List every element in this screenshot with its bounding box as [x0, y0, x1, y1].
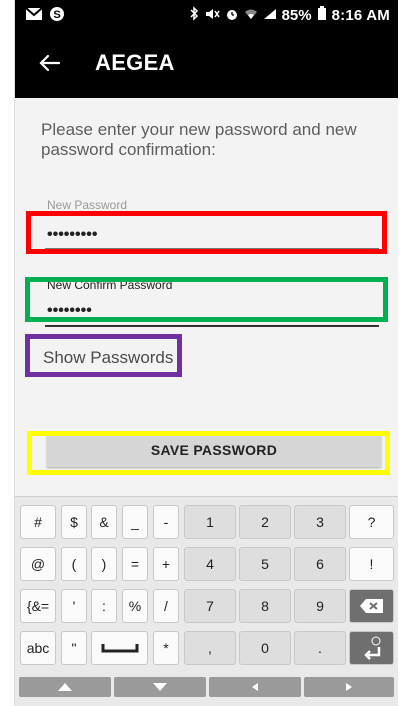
nav-right-key[interactable]: [304, 677, 394, 697]
key-paren-close[interactable]: ): [91, 547, 117, 581]
instructions-text: Please enter your new password and new p…: [41, 120, 357, 159]
backspace-key[interactable]: [349, 589, 394, 623]
new-password-label: New Password: [47, 198, 128, 212]
arrow-left-icon: [252, 683, 258, 691]
key-percent[interactable]: %: [122, 589, 148, 623]
backspace-icon: [359, 599, 383, 613]
arrow-down-icon: [153, 683, 167, 691]
key-at[interactable]: @: [20, 547, 56, 581]
key-underscore[interactable]: _: [122, 505, 148, 539]
battery-icon: [317, 6, 327, 24]
space-bar-icon: [101, 644, 138, 653]
space-key[interactable]: [91, 631, 148, 665]
phone-screen: S 85% 8:16 AM AEGEA Please enter your ne…: [14, 0, 398, 706]
back-button[interactable]: [33, 46, 67, 80]
key-3[interactable]: 3: [294, 505, 346, 539]
key-1[interactable]: 1: [184, 505, 236, 539]
key-4[interactable]: 4: [184, 547, 236, 581]
save-password-button[interactable]: SAVE PASSWORD: [47, 433, 381, 467]
key-minus[interactable]: -: [153, 505, 179, 539]
arrow-left-icon: [39, 54, 61, 72]
arrow-up-icon: [58, 683, 72, 691]
page-title: AEGEA: [95, 50, 175, 75]
gmail-icon: [25, 7, 43, 26]
show-passwords-toggle[interactable]: Show Passwords: [43, 348, 173, 368]
key-asterisk[interactable]: *: [153, 631, 179, 665]
arrow-right-icon: [346, 683, 352, 691]
app-bar: AEGEA: [15, 30, 398, 98]
enter-key[interactable]: [349, 631, 394, 665]
new-password-underline: [45, 248, 379, 249]
key-hash[interactable]: #: [20, 505, 56, 539]
nav-down-key[interactable]: [114, 677, 206, 697]
key-0[interactable]: 0: [239, 631, 291, 665]
key-exclaim[interactable]: !: [349, 547, 394, 581]
confirm-password-field[interactable]: [47, 300, 381, 322]
key-5[interactable]: 5: [239, 547, 291, 581]
key-equals[interactable]: =: [122, 547, 148, 581]
mute-icon: [204, 7, 220, 24]
skype-icon: S: [49, 6, 65, 27]
key-symbols-toggle[interactable]: {&=: [20, 589, 56, 623]
status-bar: S 85% 8:16 AM: [15, 0, 398, 30]
key-abc[interactable]: abc: [20, 631, 56, 665]
nav-left-key[interactable]: [209, 677, 301, 697]
svg-text:S: S: [53, 9, 60, 21]
key-plus[interactable]: +: [153, 547, 179, 581]
key-quote[interactable]: ": [61, 631, 87, 665]
key-8[interactable]: 8: [239, 589, 291, 623]
key-period[interactable]: .: [294, 631, 346, 665]
confirm-password-underline: [45, 325, 379, 327]
bluetooth-icon: [189, 6, 199, 24]
new-password-field[interactable]: [47, 224, 381, 246]
key-question[interactable]: ?: [349, 505, 394, 539]
key-6[interactable]: 6: [294, 547, 346, 581]
clock: 8:16 AM: [331, 6, 390, 24]
change-password-form: Please enter your new password and new p…: [15, 98, 398, 496]
key-7[interactable]: 7: [184, 589, 236, 623]
onscreen-keyboard: # $ & _ - 1 2 3 ? @ ( ) = + 4 5 6 ! {&= …: [15, 496, 398, 706]
wifi-icon: [244, 7, 258, 23]
key-apostrophe[interactable]: ': [61, 589, 87, 623]
enter-icon: [363, 636, 380, 660]
key-9[interactable]: 9: [294, 589, 346, 623]
signal-icon: [263, 7, 277, 23]
key-paren-open[interactable]: (: [61, 547, 87, 581]
battery-percent: 85%: [281, 6, 312, 24]
alarm-icon: [225, 7, 239, 24]
confirm-password-label: New Confirm Password: [47, 278, 173, 292]
key-comma[interactable]: ,: [184, 631, 236, 665]
key-slash[interactable]: /: [153, 589, 179, 623]
nav-up-key[interactable]: [19, 677, 111, 697]
key-ampersand[interactable]: &: [91, 505, 117, 539]
key-2[interactable]: 2: [239, 505, 291, 539]
key-dollar[interactable]: $: [61, 505, 87, 539]
key-colon[interactable]: :: [91, 589, 117, 623]
